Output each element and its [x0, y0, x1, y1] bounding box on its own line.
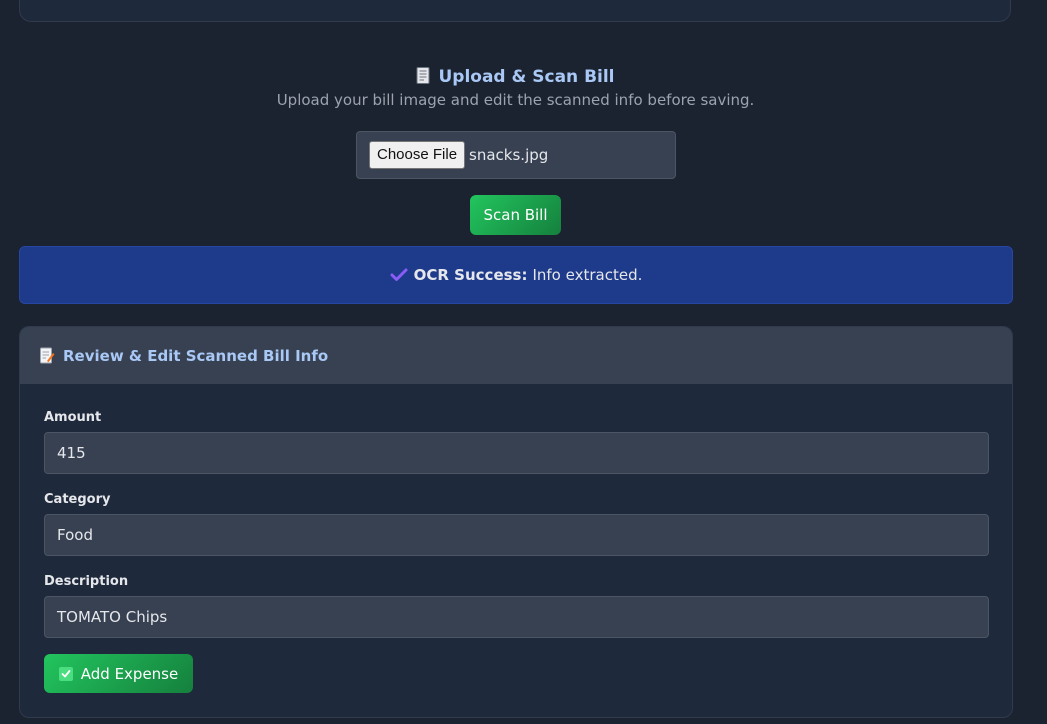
review-header: Review & Edit Scanned Bill Info	[20, 327, 1012, 384]
receipt-icon	[416, 64, 430, 84]
amount-label: Amount	[44, 410, 102, 425]
ocr-status-message: Info extracted.	[532, 266, 643, 284]
choose-file-button[interactable]: Choose File	[369, 141, 466, 169]
category-label: Category	[44, 492, 111, 507]
scan-bill-button[interactable]: Scan Bill	[470, 195, 561, 235]
upload-subtitle: Upload your bill image and edit the scan…	[276, 91, 755, 109]
file-input[interactable]: Choose File snacks.jpg	[356, 131, 676, 179]
previous-card	[19, 0, 1011, 22]
upload-section: Upload & Scan Bill Upload your bill imag…	[0, 62, 1031, 110]
description-input[interactable]: TOMATO Chips	[44, 596, 989, 638]
memo-icon	[40, 347, 55, 364]
category-input[interactable]: Food	[44, 514, 989, 556]
ocr-status-banner: OCR Success: Info extracted.	[19, 246, 1013, 304]
add-expense-label: Add Expense	[80, 664, 179, 683]
review-card: Review & Edit Scanned Bill Info Amount 4…	[19, 326, 1013, 718]
review-title: Review & Edit Scanned Bill Info	[63, 346, 329, 365]
add-expense-button[interactable]: Add Expense	[44, 654, 193, 693]
upload-title-text: Upload & Scan Bill	[438, 67, 615, 87]
check-box-icon	[58, 666, 73, 681]
ocr-status-label: OCR Success:	[413, 266, 528, 284]
amount-input[interactable]: 415	[44, 432, 989, 474]
upload-title: Upload & Scan Bill	[0, 62, 1031, 92]
page: Upload & Scan Bill Upload your bill imag…	[0, 0, 1047, 724]
selected-file-name: snacks.jpg	[469, 146, 549, 164]
description-label: Description	[44, 574, 129, 589]
checkmark-icon	[390, 268, 408, 282]
